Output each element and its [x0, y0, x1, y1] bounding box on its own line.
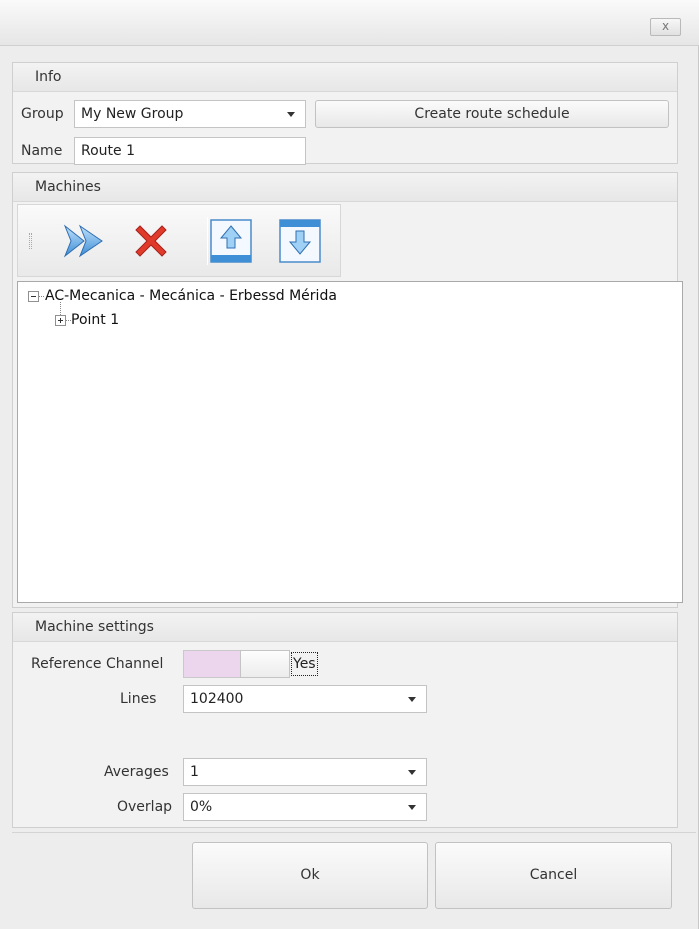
tree-item-machine[interactable]: AC-Mecanica - Mecánica - Erbessd Mérida [45, 288, 337, 304]
overlap-label: Overlap [117, 799, 173, 815]
move-up-icon[interactable] [208, 217, 254, 265]
lines-label: Lines [120, 691, 157, 707]
create-route-schedule-button[interactable]: Create route schedule [315, 100, 669, 128]
tree-connector [60, 302, 61, 315]
machines-header: Machines [13, 173, 677, 202]
machines-toolbar [17, 204, 341, 277]
averages-dropdown[interactable]: 1 [183, 758, 427, 786]
reference-channel-value: Yes [291, 652, 318, 676]
overlap-dropdown-value: 0% [190, 799, 213, 815]
averages-label: Averages [104, 764, 169, 780]
collapse-icon[interactable] [28, 291, 39, 302]
expand-icon[interactable] [55, 315, 66, 326]
cancel-button-label: Cancel [529, 867, 578, 883]
reference-channel-label: Reference Channel [31, 656, 164, 672]
name-field[interactable]: Route 1 [74, 137, 306, 165]
group-dropdown-value: My New Group [81, 106, 184, 122]
footer-separator [12, 832, 696, 833]
info-header: Info [13, 63, 677, 92]
chevron-down-icon [408, 770, 416, 775]
chevron-down-icon [408, 805, 416, 810]
overlap-dropdown[interactable]: 0% [183, 793, 427, 821]
route-dialog: x Info Group My New Group Create route s… [0, 0, 699, 929]
move-down-icon[interactable] [277, 217, 323, 265]
title-bar: x [0, 0, 699, 46]
lines-dropdown-value: 102400 [190, 691, 244, 707]
name-field-value: Route 1 [81, 143, 135, 159]
tree-connector [39, 296, 44, 297]
create-route-schedule-label: Create route schedule [414, 106, 570, 122]
machine-settings-header: Machine settings [13, 613, 677, 642]
reference-channel-toggle[interactable] [183, 650, 290, 678]
add-forward-icon[interactable] [62, 223, 106, 259]
delete-icon[interactable] [130, 220, 172, 262]
toolbar-grip[interactable] [29, 233, 32, 249]
averages-dropdown-value: 1 [190, 764, 199, 780]
close-icon: x [661, 19, 670, 33]
tree-item-point[interactable]: Point 1 [71, 312, 119, 328]
group-label: Group [21, 106, 64, 122]
cancel-button[interactable]: Cancel [435, 842, 672, 909]
lines-dropdown[interactable]: 102400 [183, 685, 427, 713]
chevron-down-icon [287, 112, 295, 117]
ok-button-label: Ok [300, 867, 320, 883]
chevron-down-icon [408, 697, 416, 702]
machines-tree[interactable]: AC-Mecanica - Mecánica - Erbessd Mérida … [17, 281, 683, 603]
name-label: Name [21, 143, 63, 159]
toggle-thumb[interactable] [240, 650, 290, 678]
group-dropdown[interactable]: My New Group [74, 100, 306, 128]
close-button[interactable]: x [650, 18, 681, 36]
ok-button[interactable]: Ok [192, 842, 428, 909]
